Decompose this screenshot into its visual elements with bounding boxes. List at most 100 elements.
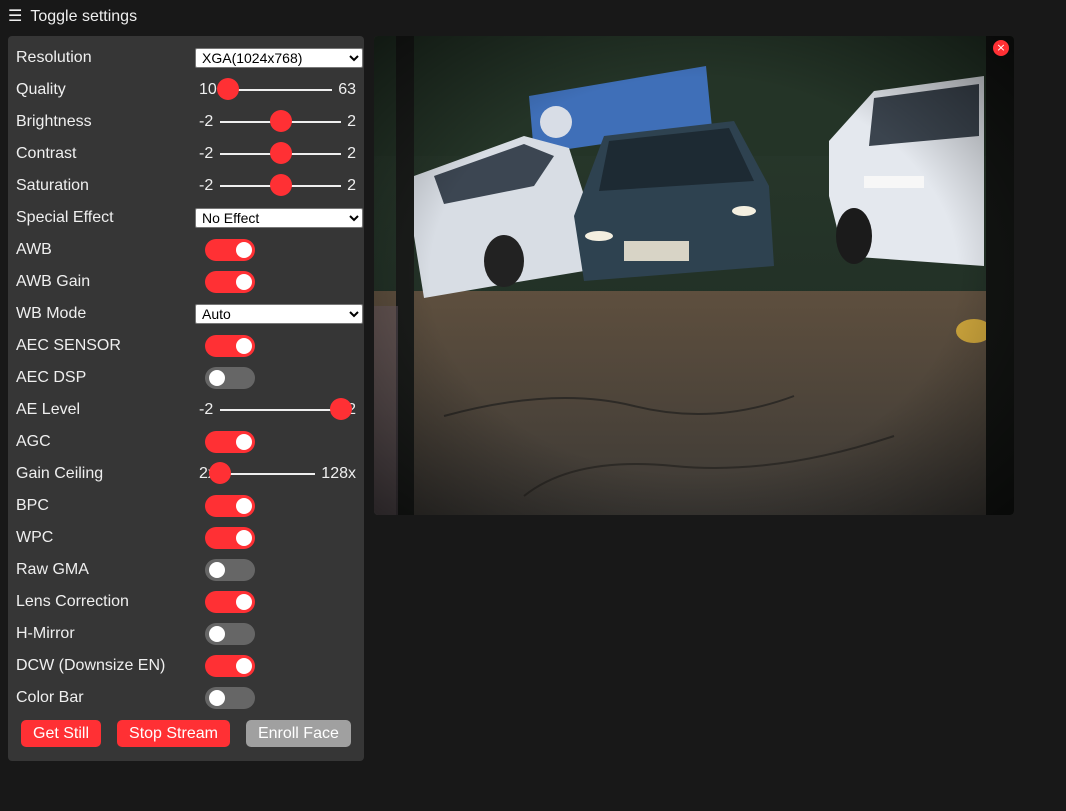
color-bar-row: Color Bar: [16, 682, 356, 714]
resolution-select[interactable]: XGA(1024x768): [195, 48, 363, 68]
saturation-min: -2: [199, 177, 214, 194]
saturation-track[interactable]: [220, 174, 342, 196]
aec-sensor-row: AEC SENSOR: [16, 330, 356, 362]
contrast-max: 2: [347, 145, 356, 162]
resolution-row: Resolution XGA(1024x768): [16, 42, 363, 74]
stop-stream-button[interactable]: Stop Stream: [117, 720, 230, 747]
toggle-knob: [236, 594, 252, 610]
contrast-knob[interactable]: [269, 142, 292, 164]
raw-gma-row: Raw GMA: [16, 554, 356, 586]
awb-gain-toggle[interactable]: [205, 271, 255, 293]
stream-image: [374, 36, 1014, 515]
toggle-knob: [209, 562, 225, 578]
special-effect-label: Special Effect: [16, 209, 114, 226]
special-effect-row: Special Effect No Effect: [16, 202, 363, 234]
h-mirror-toggle[interactable]: [205, 623, 255, 645]
quality-track[interactable]: [217, 78, 333, 100]
ae-level-row: AE Level -2 2: [16, 394, 356, 426]
toggle-knob: [236, 274, 252, 290]
close-stream-icon[interactable]: ×: [993, 40, 1009, 56]
aec-dsp-toggle[interactable]: [205, 367, 255, 389]
brightness-track[interactable]: [220, 110, 342, 132]
wpc-toggle[interactable]: [205, 527, 255, 549]
toggle-knob: [236, 658, 252, 674]
brightness-max: 2: [347, 113, 356, 130]
wb-mode-label: WB Mode: [16, 305, 87, 322]
hamburger-icon[interactable]: ☰: [8, 9, 22, 25]
gain-ceiling-knob[interactable]: [209, 462, 231, 484]
dcw-row: DCW (Downsize EN): [16, 650, 356, 682]
h-mirror-label: H-Mirror: [16, 625, 75, 642]
agc-row: AGC: [16, 426, 356, 458]
toggle-knob: [236, 434, 252, 450]
awb-label: AWB: [16, 241, 52, 258]
camera-frame: [374, 36, 1014, 515]
color-bar-label: Color Bar: [16, 689, 84, 706]
lens-correction-toggle[interactable]: [205, 591, 255, 613]
agc-toggle[interactable]: [205, 431, 255, 453]
quality-max: 63: [338, 81, 356, 98]
saturation-label: Saturation: [16, 177, 89, 194]
settings-panel: Resolution XGA(1024x768) Quality 10 63 B…: [8, 36, 364, 761]
ae-level-track[interactable]: [220, 398, 353, 420]
bpc-toggle[interactable]: [205, 495, 255, 517]
raw-gma-label: Raw GMA: [16, 561, 89, 578]
brightness-knob[interactable]: [269, 110, 292, 132]
ae-level-knob[interactable]: [330, 398, 353, 420]
awb-row: AWB: [16, 234, 356, 266]
wb-mode-row: WB Mode Auto: [16, 298, 363, 330]
color-bar-toggle[interactable]: [205, 687, 255, 709]
ae-level-label: AE Level: [16, 401, 81, 418]
dcw-toggle[interactable]: [205, 655, 255, 677]
gain-ceiling-label: Gain Ceiling: [16, 465, 104, 482]
brightness-row: Brightness -2 2: [16, 106, 356, 138]
toggle-knob: [209, 690, 225, 706]
agc-label: AGC: [16, 433, 51, 450]
toggle-knob: [209, 626, 225, 642]
quality-label: Quality: [16, 81, 66, 98]
get-still-button[interactable]: Get Still: [21, 720, 102, 747]
aec-dsp-row: AEC DSP: [16, 362, 356, 394]
contrast-slider[interactable]: -2 2: [199, 138, 356, 170]
quality-knob[interactable]: [217, 78, 239, 100]
saturation-slider[interactable]: -2 2: [199, 170, 356, 202]
resolution-label: Resolution: [16, 49, 92, 66]
aec-sensor-toggle[interactable]: [205, 335, 255, 357]
gain-ceiling-track[interactable]: [209, 462, 316, 484]
saturation-max: 2: [347, 177, 356, 194]
enroll-face-button[interactable]: Enroll Face: [245, 720, 351, 747]
quality-slider[interactable]: 10 63: [199, 74, 356, 106]
lens-correction-row: Lens Correction: [16, 586, 356, 618]
h-mirror-row: H-Mirror: [16, 618, 356, 650]
toggle-knob: [236, 530, 252, 546]
ae-level-slider[interactable]: -2 2: [199, 394, 356, 426]
raw-gma-toggle[interactable]: [205, 559, 255, 581]
brightness-slider[interactable]: -2 2: [199, 106, 356, 138]
toggle-knob: [236, 338, 252, 354]
awb-gain-label: AWB Gain: [16, 273, 91, 290]
quality-row: Quality 10 63: [16, 74, 356, 106]
wpc-label: WPC: [16, 529, 54, 546]
contrast-row: Contrast -2 2: [16, 138, 356, 170]
saturation-knob[interactable]: [269, 174, 292, 196]
gain-ceiling-slider[interactable]: 2x 128x: [199, 458, 356, 490]
awb-toggle[interactable]: [205, 239, 255, 261]
brightness-min: -2: [199, 113, 214, 130]
aec-sensor-label: AEC SENSOR: [16, 337, 121, 354]
special-effect-select[interactable]: No Effect: [195, 208, 363, 228]
toggle-knob: [236, 242, 252, 258]
toggle-settings-label[interactable]: Toggle settings: [30, 8, 137, 26]
toggle-knob: [236, 498, 252, 514]
settings-toggle[interactable]: ☰ Toggle settings: [8, 6, 137, 28]
gain-ceiling-row: Gain Ceiling 2x 128x: [16, 458, 356, 490]
bpc-label: BPC: [16, 497, 49, 514]
bpc-row: BPC: [16, 490, 356, 522]
contrast-track[interactable]: [220, 142, 342, 164]
wb-mode-select[interactable]: Auto: [195, 304, 363, 324]
aec-dsp-label: AEC DSP: [16, 369, 87, 386]
toggle-knob: [209, 370, 225, 386]
awb-gain-row: AWB Gain: [16, 266, 356, 298]
ae-level-min: -2: [199, 401, 214, 418]
brightness-label: Brightness: [16, 113, 92, 130]
lens-correction-label: Lens Correction: [16, 593, 129, 610]
